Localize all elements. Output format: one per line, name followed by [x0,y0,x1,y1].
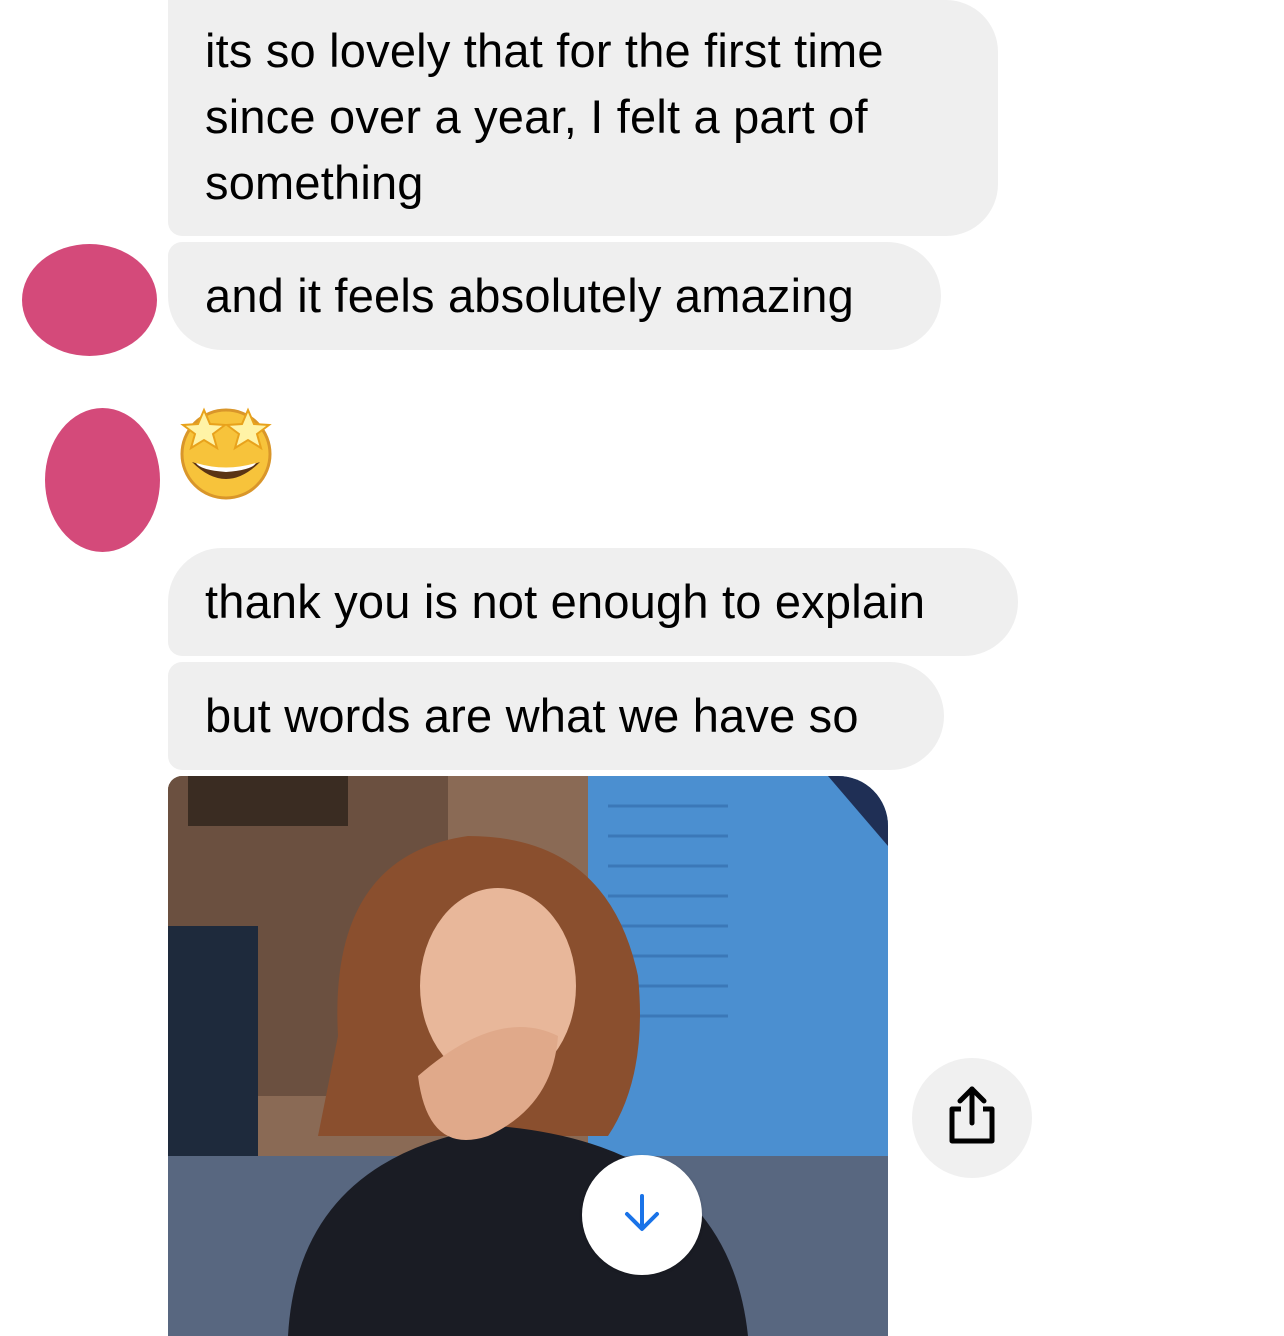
sender-avatar[interactable] [22,244,157,356]
message-bubble[interactable]: thank you is not enough to explain [168,548,1018,656]
gif-image [168,776,888,1336]
share-icon [946,1085,998,1152]
gif-message[interactable] [168,776,888,1336]
message-bubble[interactable]: its so lovely that for the first time si… [168,0,998,236]
download-button[interactable] [582,1155,702,1275]
share-button[interactable] [912,1058,1032,1178]
message-bubble[interactable]: and it feels absolutely amazing [168,242,941,350]
sender-avatar[interactable] [45,408,160,552]
message-bubble[interactable]: but words are what we have so [168,662,944,770]
download-arrow-icon [619,1190,665,1241]
star-struck-emoji-icon[interactable] [172,400,280,500]
